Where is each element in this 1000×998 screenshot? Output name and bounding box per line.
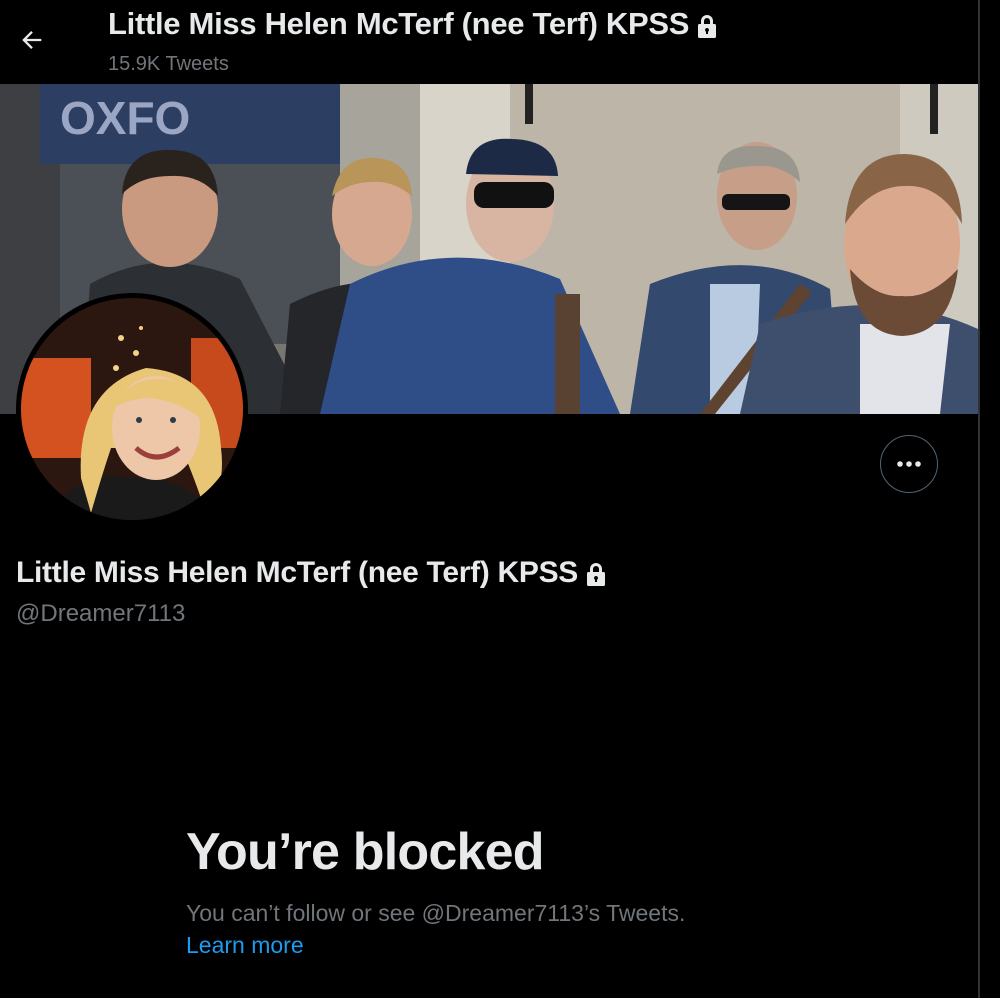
more-options-button[interactable] [880,435,938,493]
learn-more-link[interactable]: Learn more [186,932,304,959]
profile-header: Little Miss Helen McTerf (nee Terf) KPSS… [0,0,978,84]
right-gutter [980,0,1000,998]
profile-display-name: Little Miss Helen McTerf (nee Terf) KPSS [16,556,608,590]
profile-avatar[interactable] [16,293,248,525]
header-title-text: Little Miss Helen McTerf (nee Terf) KPSS [108,6,690,41]
tweet-count: 15.9K Tweets [108,53,229,75]
header-title: Little Miss Helen McTerf (nee Terf) KPSS [108,6,719,42]
more-horizontal-icon [897,461,921,467]
profile-handle: @Dreamer7113 [16,600,186,627]
back-button[interactable] [12,20,52,60]
blocked-message: You can’t follow or see @Dreamer7113’s T… [186,900,686,926]
arrow-left-icon [22,31,42,49]
lock-icon [587,563,605,587]
display-name-text: Little Miss Helen McTerf (nee Terf) KPSS [16,556,578,589]
lock-icon [698,14,717,38]
blocked-title: You’re blocked [186,823,545,881]
banner-sign-text: OXFO [60,92,190,144]
avatar-image [21,298,243,520]
